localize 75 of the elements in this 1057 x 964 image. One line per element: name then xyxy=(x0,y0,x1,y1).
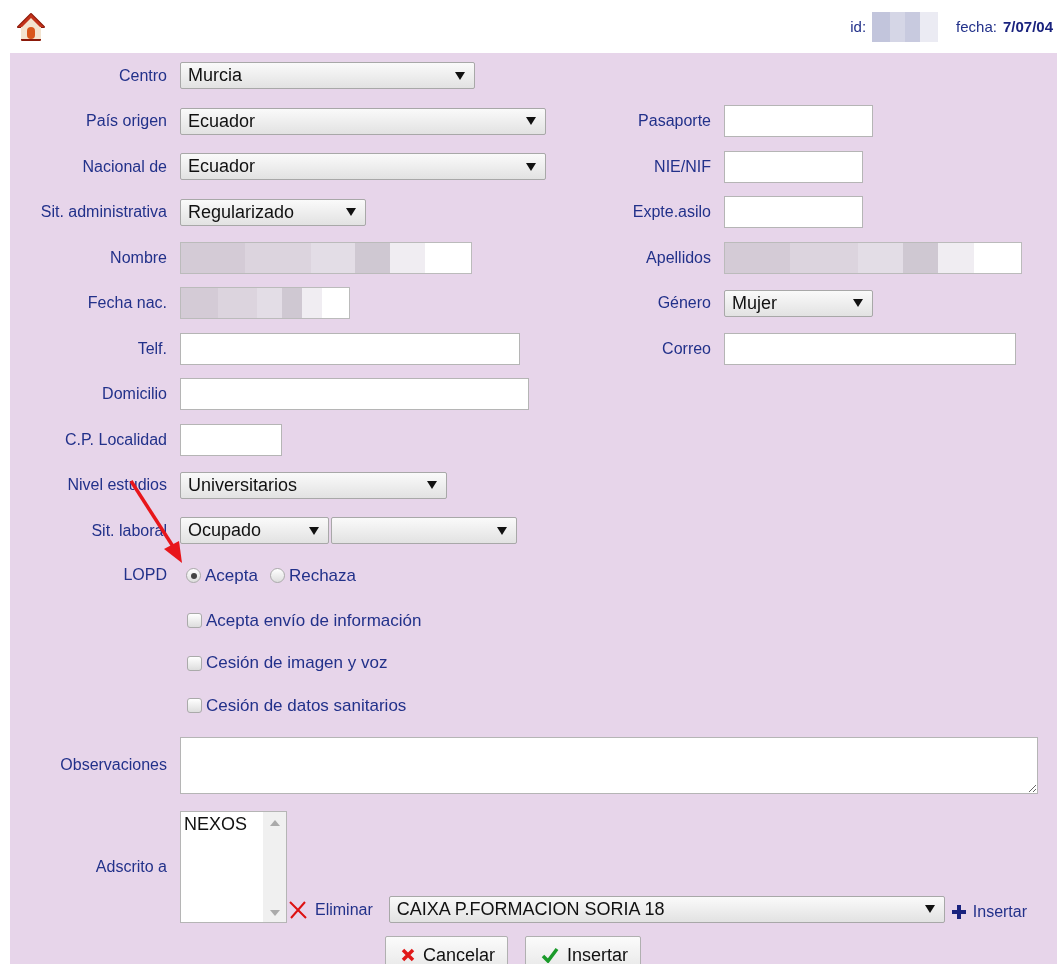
field-label: Expte.asilo xyxy=(631,203,711,222)
field-label: Telf. xyxy=(136,339,167,358)
field-label: LOPD xyxy=(122,565,167,584)
field-label: Nombre xyxy=(109,248,167,267)
input-field[interactable] xyxy=(180,378,529,411)
checkbox[interactable] xyxy=(187,655,202,671)
plus-icon xyxy=(950,903,967,920)
field-label: NIE/NIF xyxy=(653,157,711,176)
field-label: Sit. administrativa xyxy=(39,203,167,222)
date-value: 7/07/04 xyxy=(1002,18,1053,35)
id-label: id: xyxy=(850,18,867,35)
input-field[interactable] xyxy=(724,150,863,183)
option-label: Rechaza xyxy=(288,565,357,586)
field-label: Domicilio xyxy=(101,385,167,404)
caret-icon xyxy=(346,208,356,217)
field-label: Observaciones xyxy=(59,756,167,774)
checkbox-label: Cesión de imagen y voz xyxy=(206,653,388,674)
field-label: Apellidos xyxy=(645,248,711,267)
radio-button[interactable] xyxy=(186,568,201,583)
caret-icon xyxy=(526,117,536,126)
dropdown[interactable]: Ecuador xyxy=(180,107,546,135)
field-label: Género xyxy=(656,294,711,313)
input-field[interactable] xyxy=(180,332,520,365)
insert-button[interactable]: Insertar xyxy=(525,936,642,964)
insert-link[interactable]: Insertar xyxy=(950,902,1028,921)
redacted-field[interactable] xyxy=(724,241,1022,274)
caret-icon xyxy=(526,162,536,171)
caret-icon xyxy=(427,481,437,490)
checkbox[interactable] xyxy=(187,698,202,714)
radio-button[interactable] xyxy=(269,568,285,583)
dropdown[interactable]: Universitarios xyxy=(180,471,447,499)
option-label: Acepta xyxy=(205,565,258,586)
checkbox-label: Acepta envío de información xyxy=(206,610,422,631)
field-label: C.P. Localidad xyxy=(64,430,167,449)
remove-link[interactable]: Eliminar xyxy=(287,898,373,921)
input-field[interactable] xyxy=(724,105,873,138)
caret-icon xyxy=(853,299,863,308)
caret-icon xyxy=(455,71,465,80)
input-field[interactable] xyxy=(180,423,282,456)
cancel-button[interactable]: Cancelar xyxy=(385,936,509,964)
caret-icon xyxy=(497,526,507,535)
home-icon xyxy=(17,11,45,42)
dropdown[interactable]: Regularizado xyxy=(180,198,366,226)
dropdown[interactable]: Ecuador xyxy=(180,153,546,181)
redacted-field[interactable] xyxy=(180,241,472,274)
field-label: Adscrito a xyxy=(94,857,167,876)
scrollbar[interactable] xyxy=(263,811,286,922)
caret-icon xyxy=(309,526,319,535)
list-box[interactable]: NEXOS xyxy=(180,810,287,923)
field-label: Nacional de xyxy=(81,157,167,176)
scroll-up-icon xyxy=(269,819,280,826)
dropdown[interactable]: Murcia xyxy=(180,62,475,90)
input-field[interactable] xyxy=(724,332,1016,365)
cross-icon xyxy=(287,898,309,921)
date-label: fecha: xyxy=(956,18,997,35)
caret-icon xyxy=(924,905,935,913)
field-label: Correo xyxy=(661,339,711,358)
check-icon xyxy=(541,947,560,963)
checkbox-label: Cesión de datos sanitarios xyxy=(206,695,407,716)
text-area[interactable] xyxy=(180,736,1038,794)
redacted-value xyxy=(872,11,939,42)
dropdown[interactable]: Mujer xyxy=(724,289,873,317)
input-field[interactable] xyxy=(724,196,863,229)
redacted-field[interactable] xyxy=(180,287,350,320)
list-item[interactable]: NEXOS xyxy=(184,813,260,835)
field-label: Centro xyxy=(117,66,167,85)
field-label: País origen xyxy=(85,112,167,131)
dropdown[interactable]: CAIXA P.FORMACION SORIA 18 xyxy=(388,895,945,923)
dropdown[interactable] xyxy=(331,517,517,545)
field-label: Fecha nac. xyxy=(86,294,167,313)
dropdown[interactable]: Ocupado xyxy=(180,517,329,545)
checkbox[interactable] xyxy=(187,613,202,629)
scroll-down-icon xyxy=(269,909,280,916)
field-label: Pasaporte xyxy=(637,112,711,131)
cross-icon xyxy=(401,948,415,962)
